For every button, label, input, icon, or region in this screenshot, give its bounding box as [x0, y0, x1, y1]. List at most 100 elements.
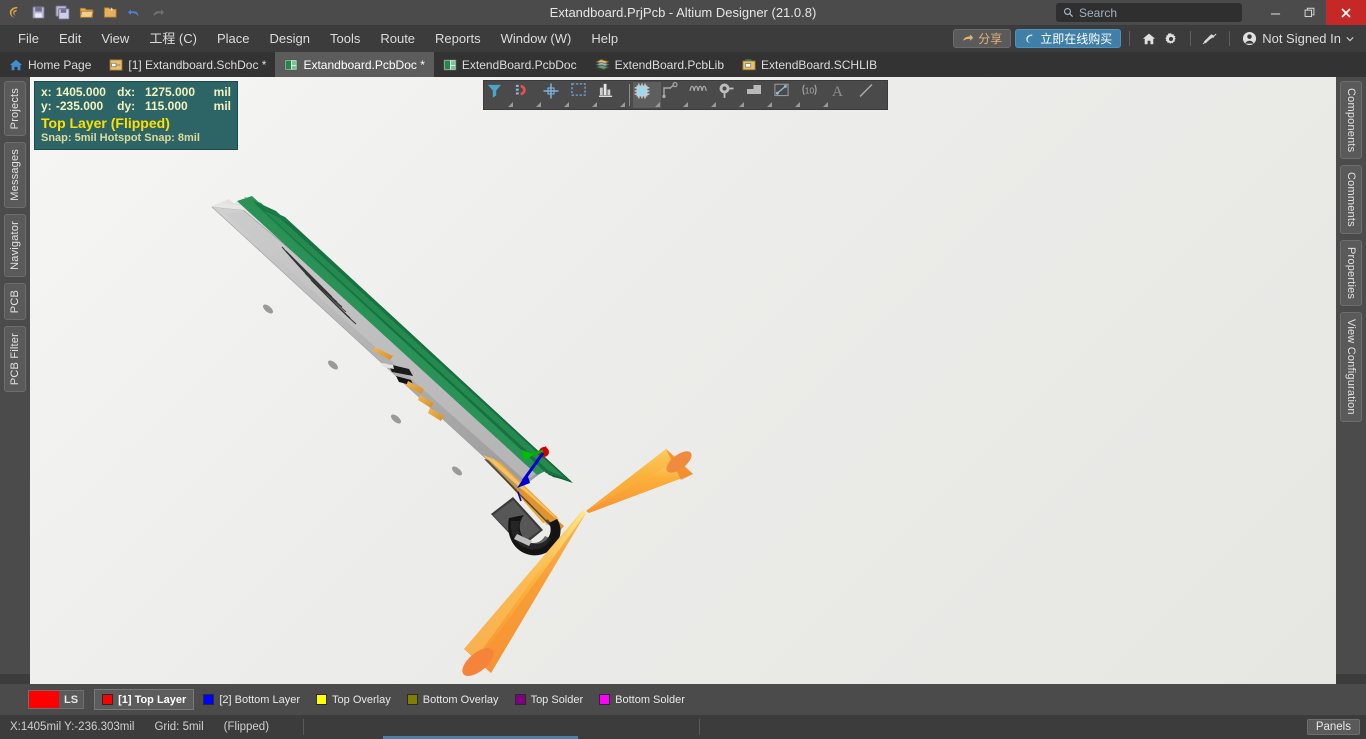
menu-file[interactable]: File — [8, 25, 49, 52]
hud-x-value: 1405.000 — [55, 85, 106, 99]
schlib-icon — [742, 59, 756, 71]
tab-extandboard-schdoc[interactable]: [1] Extandboard.SchDoc * — [100, 52, 275, 77]
tab-extendboard-pcblib[interactable]: ExtendBoard.PcbLib — [586, 52, 733, 77]
tab-label: ExtendBoard.PcbDoc — [461, 57, 577, 72]
pcb-3d-viewport[interactable]: x: 1405.000 dx: 1275.000 mil y: -235.000… — [30, 77, 1336, 684]
hud-row-x: x: 1405.000 dx: 1275.000 mil — [41, 85, 231, 99]
filter-icon[interactable] — [486, 82, 514, 108]
menu-project[interactable]: 工程 (C) — [139, 25, 207, 52]
document-tab-bar: Home Page [1] Extandboard.SchDoc * Extan… — [0, 52, 1366, 77]
share-button[interactable]: 分享 — [953, 29, 1012, 48]
rail-label: Messages — [9, 149, 21, 202]
rail-tab-projects[interactable]: Projects — [4, 81, 26, 137]
place-coordinate-icon[interactable]: 10 — [801, 82, 829, 108]
home-icon — [9, 59, 23, 70]
selection-rectangle-icon[interactable] — [570, 82, 598, 108]
close-button[interactable] — [1326, 0, 1366, 25]
menu-place[interactable]: Place — [207, 25, 260, 52]
buy-online-button[interactable]: 立即在线购买 — [1015, 29, 1122, 48]
layer-set-selector[interactable]: LS — [28, 690, 85, 709]
save-icon[interactable] — [27, 2, 49, 23]
place-dimension-icon[interactable] — [773, 82, 801, 108]
menu-edit[interactable]: Edit — [49, 25, 91, 52]
layer-chip-bottom-solder[interactable]: Bottom Solder — [592, 689, 692, 710]
rail-tab-navigator[interactable]: Navigator — [4, 214, 26, 277]
rail-tab-properties[interactable]: Properties — [1340, 240, 1362, 307]
hud-dx-unit: mil — [213, 85, 231, 99]
layer-chip-bottom-overlay[interactable]: Bottom Overlay — [400, 689, 506, 710]
undo-icon[interactable] — [123, 2, 145, 23]
menu-reports[interactable]: Reports — [425, 25, 491, 52]
place-fill-icon[interactable] — [745, 82, 773, 108]
rail-tab-view-configuration[interactable]: View Configuration — [1340, 312, 1362, 423]
home-icon[interactable] — [1138, 29, 1160, 49]
layer-color-swatch — [203, 694, 215, 705]
menu-window[interactable]: Window (W) — [491, 25, 582, 52]
rail-label: Components — [1345, 88, 1357, 153]
rail-tab-pcb[interactable]: PCB — [4, 282, 26, 321]
signin-label: Not Signed In — [1262, 31, 1341, 46]
tab-label: Home Page — [28, 57, 92, 72]
layer-chip-bottom-layer[interactable]: [2] Bottom Layer — [196, 689, 307, 710]
menu-bar: File Edit View 工程 (C) Place Design Tools… — [0, 25, 1366, 52]
search-input[interactable]: Search — [1056, 3, 1242, 22]
save-all-icon[interactable] — [51, 2, 73, 23]
svg-text:10: 10 — [805, 85, 815, 95]
minimize-button[interactable] — [1258, 0, 1292, 25]
layer-chip-top-solder[interactable]: Top Solder — [508, 689, 591, 710]
layer-set-label: LS — [64, 693, 79, 706]
account-signin-button[interactable]: Not Signed In — [1238, 31, 1358, 46]
pcb-board-assembly — [211, 196, 573, 556]
divider — [1190, 31, 1192, 46]
quick-access-toolbar — [0, 0, 169, 25]
open-icon[interactable] — [75, 2, 97, 23]
toolbar-divider — [629, 84, 630, 106]
tab-home-page[interactable]: Home Page — [0, 52, 100, 77]
place-via-icon[interactable] — [717, 82, 745, 108]
extensions-icon[interactable] — [1199, 29, 1221, 49]
menu-bar-right-group: 分享 立即在线购买 Not Signed In — [953, 25, 1366, 52]
layer-color-swatch — [316, 694, 328, 705]
layer-stack-icon[interactable] — [598, 82, 626, 108]
gear-icon[interactable] — [1160, 29, 1182, 49]
chevron-down-icon — [1346, 36, 1354, 41]
menu-view[interactable]: View — [91, 25, 139, 52]
place-line-icon[interactable] — [857, 82, 885, 108]
menu-route[interactable]: Route — [370, 25, 425, 52]
rail-label: Properties — [1345, 247, 1357, 300]
panels-button[interactable]: Panels — [1306, 719, 1360, 735]
magnet-snap-icon[interactable] — [514, 82, 542, 108]
tab-extandboard-pcbdoc[interactable]: Extandboard.PcbDoc * — [275, 52, 434, 77]
place-string-icon[interactable]: A — [829, 82, 857, 108]
menu-design[interactable]: Design — [260, 25, 320, 52]
window-controls-group: Search — [1056, 0, 1366, 25]
layer-chip-top-overlay[interactable]: Top Overlay — [309, 689, 398, 710]
layer-chip-top-layer[interactable]: [1] Top Layer — [94, 689, 195, 710]
place-component-icon[interactable] — [633, 82, 661, 108]
pcbdoc-icon — [443, 58, 457, 71]
altium-logo-icon[interactable] — [3, 2, 25, 23]
divider — [1129, 31, 1131, 46]
tab-extendboard-pcbdoc[interactable]: ExtendBoard.PcbDoc — [434, 52, 586, 77]
rail-tab-components[interactable]: Components — [1340, 81, 1362, 160]
right-panel-rail: Components Comments Properties View Conf… — [1336, 77, 1366, 674]
orange-double-cone-object[interactable] — [458, 447, 695, 681]
hud-y-key: y: — [41, 99, 52, 114]
layer-bar: LS [1] Top Layer [2] Bottom Layer Top Ov… — [0, 684, 1366, 715]
hud-dy-value: 115.000 — [144, 99, 188, 114]
open-project-icon[interactable] — [99, 2, 121, 23]
redo-icon[interactable] — [147, 2, 169, 23]
rail-tab-comments[interactable]: Comments — [1340, 165, 1362, 235]
maximize-restore-button[interactable] — [1292, 0, 1326, 25]
menu-help[interactable]: Help — [581, 25, 628, 52]
crosshair-placement-icon[interactable] — [542, 82, 570, 108]
place-polygon-icon[interactable] — [689, 82, 717, 108]
rail-label: View Configuration — [1345, 319, 1357, 416]
rail-label: PCB Filter — [9, 333, 21, 386]
rail-tab-pcb-filter[interactable]: PCB Filter — [4, 326, 26, 393]
tab-extendboard-schlib[interactable]: ExtendBoard.SCHLIB — [733, 52, 886, 77]
rail-tab-messages[interactable]: Messages — [4, 142, 26, 209]
route-trace-icon[interactable] — [661, 82, 689, 108]
status-grid: Grid: 5mil — [154, 721, 204, 733]
menu-tools[interactable]: Tools — [320, 25, 370, 52]
